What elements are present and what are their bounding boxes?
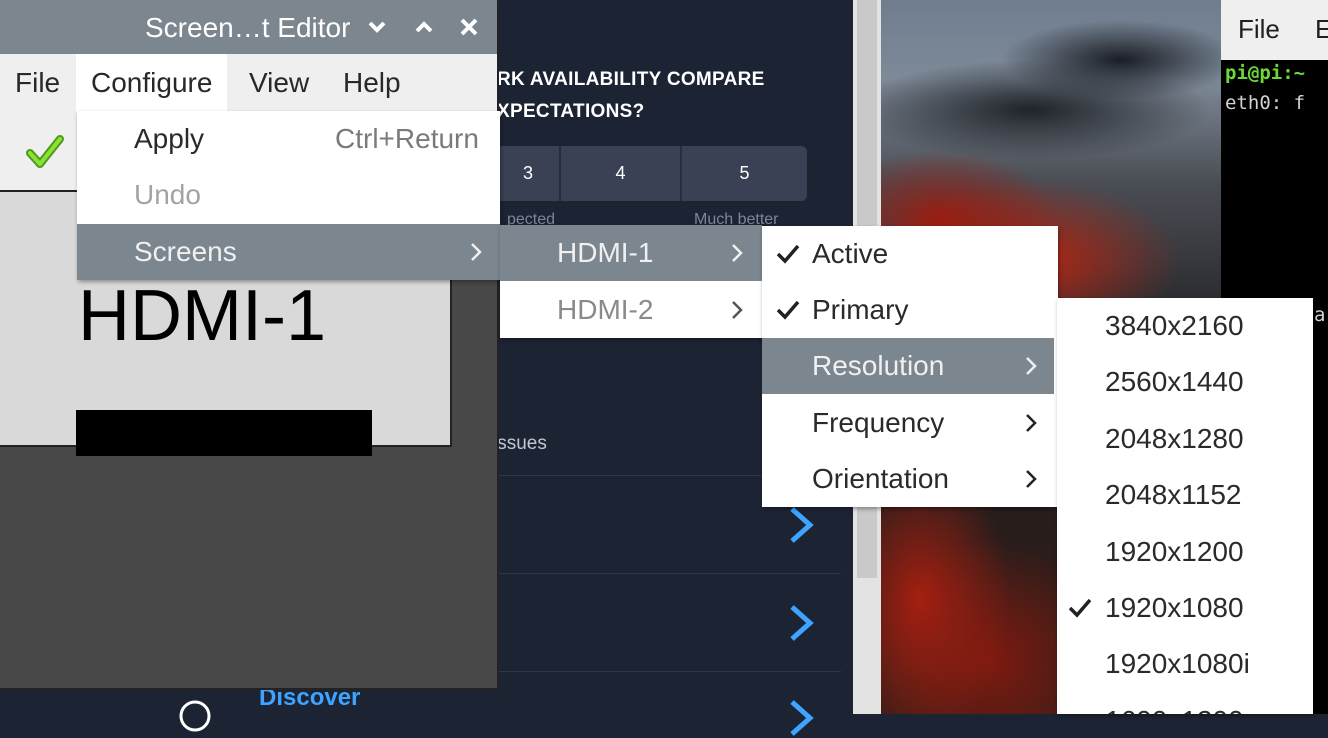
compass-icon xyxy=(179,700,211,732)
chevron-right-icon[interactable] xyxy=(782,603,818,643)
issues-text: issues xyxy=(493,433,547,454)
terminal-menu-edit[interactable]: E xyxy=(1315,14,1328,45)
menu-item-resolution-option[interactable]: 2048x1280 xyxy=(1057,411,1313,467)
menu-item-label: Active xyxy=(812,238,889,269)
menu-item-label: Orientation xyxy=(812,463,949,494)
configure-menu: Apply Ctrl+Return Undo Screens xyxy=(77,111,500,280)
list-divider xyxy=(497,671,841,672)
menu-item-label: Primary xyxy=(812,294,909,325)
terminal-output-fragment: a xyxy=(1314,304,1326,326)
rating-scale: 3 4 5 xyxy=(497,146,807,201)
menu-item-resolution-option[interactable]: 2048x1152 xyxy=(1057,467,1313,523)
menu-item-label: Resolution xyxy=(812,350,945,381)
menu-item-undo: Undo xyxy=(77,167,500,223)
survey-question-line-2: XPECTATIONS? xyxy=(497,101,645,122)
menu-item-frequency[interactable]: Frequency xyxy=(762,395,1058,451)
menu-item-label: 2560x1440 xyxy=(1105,366,1244,397)
menu-item-label: 2048x1152 xyxy=(1105,479,1242,510)
screen-layout-editor-window: Screen…t Editor File Configure View Help… xyxy=(0,0,497,688)
menu-item-orientation[interactable]: Orientation xyxy=(762,451,1058,507)
menu-item-label: 2048x1280 xyxy=(1105,423,1244,454)
menu-item-hdmi-2[interactable]: HDMI-2 xyxy=(500,282,762,338)
menu-item-label: HDMI-1 xyxy=(557,237,654,268)
survey-question-line-1: RK AVAILABILITY COMPARE xyxy=(497,69,765,90)
menu-item-primary[interactable]: Primary xyxy=(762,282,1058,338)
menu-bar: File Configure View Help xyxy=(0,54,497,111)
menu-item-screens[interactable]: Screens xyxy=(77,224,500,280)
chevron-right-icon xyxy=(1026,414,1037,432)
menu-item-resolution-selected[interactable]: 1920x1080 xyxy=(1057,580,1313,636)
menu-item-label: 3840x2160 xyxy=(1105,310,1244,341)
menu-item-apply[interactable]: Apply Ctrl+Return xyxy=(77,111,500,167)
window-title: Screen…t Editor xyxy=(145,12,351,43)
menu-item-label: Undo xyxy=(134,179,201,210)
monitor-bar xyxy=(76,410,372,456)
menu-item-hdmi-1[interactable]: HDMI-1 xyxy=(500,225,762,281)
discover-link[interactable]: Discover xyxy=(259,684,360,712)
title-bar[interactable]: Screen…t Editor xyxy=(0,0,497,54)
chevron-right-icon xyxy=(471,243,482,261)
menu-item-label: 1920x1080i xyxy=(1105,648,1250,679)
chevron-right-icon[interactable] xyxy=(782,698,818,738)
close-button[interactable] xyxy=(454,12,484,42)
menu-view[interactable]: View xyxy=(234,54,324,111)
check-icon xyxy=(1068,598,1092,618)
chevron-right-icon xyxy=(1026,470,1037,488)
menu-file[interactable]: File xyxy=(0,54,75,111)
terminal-menu-file[interactable]: File xyxy=(1238,14,1280,45)
rating-option-5[interactable]: 5 xyxy=(682,146,807,201)
menu-item-resolution-option[interactable]: 1920x1200 xyxy=(1057,524,1313,580)
list-divider xyxy=(497,573,841,574)
menu-item-label: Frequency xyxy=(812,407,945,438)
terminal-prompt: pi@pi:~ xyxy=(1225,62,1306,84)
terminal-output-line: eth0: f xyxy=(1225,92,1306,114)
menu-item-resolution-option[interactable]: 1600x1200 xyxy=(1057,693,1313,714)
chevron-right-icon xyxy=(732,301,743,319)
check-icon xyxy=(776,300,800,320)
screens-submenu: HDMI-1 HDMI-2 xyxy=(500,225,762,338)
menu-item-resolution-option[interactable]: 3840x2160 xyxy=(1057,298,1313,354)
menu-item-label: Apply xyxy=(134,123,205,154)
menu-item-resolution-option[interactable]: 2560x1440 xyxy=(1057,354,1313,410)
menu-help[interactable]: Help xyxy=(328,54,416,111)
check-icon xyxy=(776,244,800,264)
apply-check-icon[interactable] xyxy=(24,131,66,173)
chevron-right-icon xyxy=(732,244,743,262)
survey-question: RK AVAILABILITY COMPARE XPECTATIONS? xyxy=(497,64,847,128)
minimize-button[interactable] xyxy=(362,12,392,42)
terminal-menubar: File E xyxy=(1221,0,1328,60)
chevron-right-icon xyxy=(1026,357,1037,375)
rating-option-3[interactable]: 3 xyxy=(497,146,559,201)
hdmi-1-submenu: Active Primary Resolution Frequency Orie… xyxy=(762,226,1058,507)
rating-option-4[interactable]: 4 xyxy=(561,146,680,201)
menu-item-resolution[interactable]: Resolution xyxy=(762,338,1054,394)
menu-configure[interactable]: Configure xyxy=(76,54,228,111)
menu-item-active[interactable]: Active xyxy=(762,226,1058,282)
menu-item-label: 1920x1200 xyxy=(1105,536,1244,567)
menu-item-resolution-option[interactable]: 1920x1080i xyxy=(1057,636,1313,692)
chevron-right-icon[interactable] xyxy=(782,505,818,545)
menu-item-shortcut: Ctrl+Return xyxy=(335,123,479,154)
menu-item-label: HDMI-2 xyxy=(557,294,654,325)
maximize-button[interactable] xyxy=(409,12,439,42)
menu-item-label: 1600x1200 xyxy=(1105,693,1244,714)
menu-item-label: 1920x1080 xyxy=(1105,592,1244,623)
resolution-submenu: 3840x2160 2560x1440 2048x1280 2048x1152 … xyxy=(1057,298,1313,714)
monitor-label: HDMI-1 xyxy=(78,276,326,356)
menu-item-label: Screens xyxy=(134,236,237,267)
